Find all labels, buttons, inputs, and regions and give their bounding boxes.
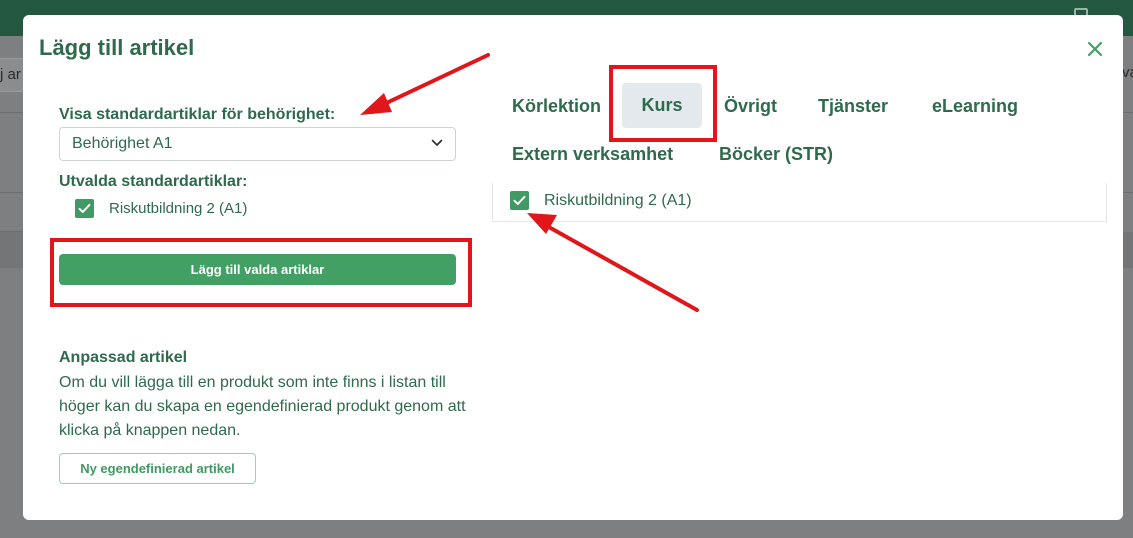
- tab-korlektion[interactable]: Körlektion: [512, 96, 601, 117]
- new-custom-article-button[interactable]: Ny egendefinierad artikel: [59, 453, 256, 484]
- checkbox-checked[interactable]: [75, 199, 94, 218]
- selected-article-label: Riskutbildning 2 (A1): [109, 200, 248, 217]
- background-divider: [0, 112, 24, 113]
- article-list-item-label: Riskutbildning 2 (A1): [544, 191, 692, 209]
- custom-article-title: Anpassad artikel: [59, 349, 188, 366]
- background-divider: [1122, 192, 1133, 193]
- tab-tjanster[interactable]: Tjänster: [818, 96, 888, 117]
- modal-title: Lägg till artikel: [39, 35, 195, 60]
- highlight-box-tab: [609, 65, 717, 142]
- chevron-down-icon: [431, 139, 443, 146]
- article-list: Riskutbildning 2 (A1): [492, 183, 1107, 222]
- checkmark-icon: [513, 195, 526, 205]
- filter-label: Visa standardartiklar för behörighet:: [59, 106, 336, 123]
- tab-bocker-str[interactable]: Böcker (STR): [719, 144, 833, 165]
- checkmark-icon: [78, 203, 91, 213]
- checkbox-checked[interactable]: [510, 191, 529, 210]
- background-row: [1122, 232, 1133, 268]
- qualification-select[interactable]: Behörighet A1: [59, 127, 456, 161]
- background-row: [0, 232, 24, 268]
- selected-articles-label: Utvalda standardartiklar:: [59, 173, 248, 190]
- tab-ovrigt[interactable]: Övrigt: [724, 96, 777, 117]
- background-divider: [1122, 112, 1133, 113]
- background-input-text: j ar: [0, 66, 21, 83]
- tab-extern-verksamhet[interactable]: Extern verksamhet: [512, 144, 673, 165]
- close-icon[interactable]: [1085, 39, 1105, 59]
- custom-article-description: Om du vill lägga till en produkt som int…: [59, 374, 466, 439]
- select-value: Behörighet A1: [72, 135, 173, 152]
- selected-article-item[interactable]: Riskutbildning 2 (A1): [75, 199, 247, 218]
- article-list-item[interactable]: Riskutbildning 2 (A1): [510, 191, 692, 210]
- background-divider: [0, 192, 24, 193]
- background-text: va: [1122, 64, 1133, 81]
- highlight-box-button: [50, 238, 472, 307]
- tab-elearning[interactable]: eLearning: [932, 96, 1018, 117]
